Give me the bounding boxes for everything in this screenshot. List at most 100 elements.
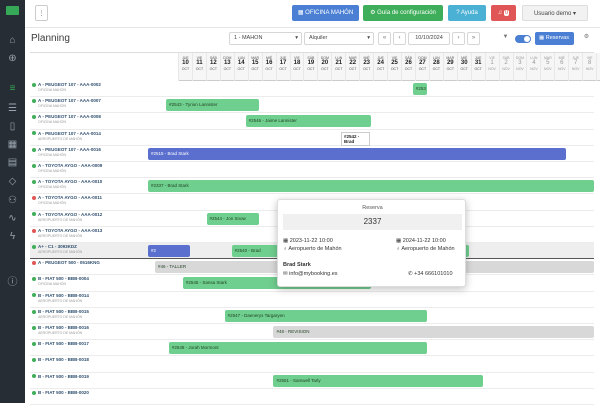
home-icon[interactable]: ⌂ [6,34,19,47]
status-dot-icon [32,390,36,395]
last-page-button[interactable]: » [467,32,480,45]
status-dot-icon [32,228,36,233]
vehicle-name[interactable]: A - TOYOTA AYGO - AAA-0011 [32,195,102,200]
previous-button[interactable]: ‹ [393,32,406,45]
planning-icon[interactable]: ≡ [6,82,19,95]
vehicle-name[interactable]: A - TOYOTA AYGO - AAA-0009 [32,163,102,168]
booking-bar[interactable]: #253 [412,83,427,95]
day-month: NOV [585,67,594,71]
vehicle-location: OFICINA MAHÓN [38,169,67,173]
vehicle-name[interactable]: B - FIAT 500 - BBB-0017 [32,341,89,346]
info-icon[interactable]: ⓘ [6,276,19,289]
day-number: 17 [279,60,287,66]
vehicle-name[interactable]: A - PEUGEOT 107 - AAA-0002 [32,82,101,87]
vehicle-name[interactable]: A - TOYOTA AYGO - AAA-0013 [32,228,102,233]
day-column-header: MIÉ 30 OCT [456,53,471,81]
day-number: 14 [237,60,245,66]
first-page-button[interactable]: « [378,32,391,45]
next-button[interactable]: › [452,32,465,45]
booking-bar[interactable]: #2515 - Brad Stark [148,147,567,160]
booking-bar[interactable]: #48 - REVISION [273,326,594,338]
type-select[interactable]: Alquiler ▾ [304,32,374,45]
popup-email[interactable]: ✉ info@mybooking.es [283,271,338,277]
help-button[interactable]: ? Ayuda [448,5,486,21]
bolt-icon[interactable]: ϟ [6,230,19,243]
day-month: OCT [446,67,454,71]
booking-bar[interactable]: #2551 - Samwell Tarly [273,374,483,387]
day-column-header: VIE 8 NOV [582,53,596,81]
booking-bar[interactable]: #2546 - Jaime Lannister [245,115,371,128]
vehicle-name-text: A - PEUGEOT 107 - AAA-0007 [38,98,101,104]
day-column-header: VIE 11 OCT [191,53,206,81]
phone-icon[interactable]: ▯ [6,120,19,133]
day-number: 15 [251,60,259,66]
list-icon[interactable]: ☰ [6,102,19,115]
vehicle-name[interactable]: B - FIAT 500 - BBB-0019 [32,374,89,379]
vehicle-name[interactable]: B - FIAT 500 - BBB-0015 [32,309,89,314]
filter-icon[interactable]: ▼ [499,32,512,45]
vehicle-name[interactable]: A - PEUGEOT 107 - AAA-0008 [32,114,101,119]
day-number: 1 [490,60,494,66]
calendar-icon[interactable]: ▦ [6,138,19,151]
status-dot-icon [32,163,36,168]
menu-button[interactable]: ⋮ [35,5,48,21]
bell-icon: ♫ [497,10,503,16]
user-menu-button[interactable]: Usuario demo ▾ [522,5,588,21]
day-column-header: MAR 5 NOV [540,53,554,81]
vehicle-name[interactable]: A - PEUGEOT 500 - 0516KNG [32,260,100,265]
vehicle-name-text: A - TOYOTA AYGO - AAA-0012 [38,211,103,217]
vehicle-name[interactable]: B - FIAT 500 - BBB-0004 [32,276,89,281]
booking-bar[interactable]: #2543 - Tyrion Lannister [166,99,260,112]
view-toggle[interactable] [515,35,531,43]
popup-end: ▦ 2024-11-22 10:00 [396,238,446,244]
vehicle-name-text: A+ - C1 - 3093KDZ [38,244,77,249]
day-month: OCT [376,67,385,71]
vehicle-name[interactable]: A - TOYOTA AYGO - AAA-0010 [32,179,102,184]
booking-bar[interactable]: #2544 - Jon Snow [206,212,260,225]
day-number: 20 [321,60,329,66]
day-month: OCT [293,67,301,71]
popup-end-location-label: Aeropuerto de Mahón [401,246,455,252]
popup-phone[interactable]: ✆ +34 666101010 [408,271,453,277]
office-select[interactable]: 1 - MAHON ▾ [229,32,302,45]
vehicle-name-text: B - FIAT 500 - BBB-0018 [38,357,89,363]
vehicle-location: AEROPUERTO DE MAHÓN [38,136,83,141]
vehicle-row: A - PEUGEOT 107 - AAA-0007 OFICINA MAHÓN [30,97,594,114]
date-field[interactable]: 10/10/2024 [408,32,450,45]
office-button[interactable]: ▦ OFICINA MAHÓN [292,5,359,21]
tag-icon[interactable]: ◇ [6,175,19,188]
popup-phone-value: +34 666101010 [414,271,453,277]
day-column-header: MAR 15 OCT [247,53,262,81]
vehicle-name[interactable]: B - FIAT 500 - BBB-0018 [32,357,89,362]
day-number: 26 [405,60,412,66]
settings-icon[interactable]: ⚙ [580,32,593,45]
vehicle-name[interactable]: A - PEUGEOT 107 - AAA-0016 [32,147,101,152]
vehicle-name[interactable]: B - FIAT 500 - BBB-0020 [32,390,89,395]
booking-bar[interactable]: #2 [148,245,190,257]
day-month: OCT [251,67,259,71]
vehicle-name[interactable]: B - FIAT 500 - BBB-0016 [32,325,89,330]
day-column-header: LUN 4 NOV [526,53,540,81]
vehicle-name[interactable]: A - TOYOTA AYGO - AAA-0012 [32,212,102,217]
config-guide-button[interactable]: ⚙ Guía de configuración [363,5,443,21]
day-month: OCT [335,67,343,71]
day-column-header: VIE 1 NOV [484,53,499,81]
vehicle-name[interactable]: A - PEUGEOT 107 - AAA-0007 [32,98,101,103]
notifications-button[interactable]: ♫ 0 [491,5,516,21]
vehicle-name[interactable]: A - PEUGEOT 107 - AAA-0014 [32,131,101,136]
vehicle-name-text: A - PEUGEOT 500 - 0516KNG [38,260,100,266]
reservas-button[interactable]: ▦ Reservas [535,32,574,45]
add-icon[interactable]: ⊕ [6,52,19,65]
chart-icon[interactable]: ∿ [6,212,19,225]
vehicle-name[interactable]: A+ - C1 - 3093KDZ [32,244,77,249]
booking-bar[interactable]: #2547 - Daenerys Targaryen [224,309,427,322]
vehicle-name[interactable]: B - FIAT 500 - BBB-0014 [32,293,89,298]
day-number: 5 [546,60,550,66]
booking-bar[interactable]: #2548 - Jorah Mormont [168,342,427,355]
user-icon[interactable]: ⚇ [6,194,19,207]
booking-bar[interactable]: #2337 - Brad Stark [148,180,594,193]
day-column-header: SÁB 19 OCT [303,53,317,81]
grid-icon[interactable]: ▤ [6,156,19,169]
day-month: OCT [474,67,482,71]
day-column-header: LUN 21 OCT [331,53,345,81]
